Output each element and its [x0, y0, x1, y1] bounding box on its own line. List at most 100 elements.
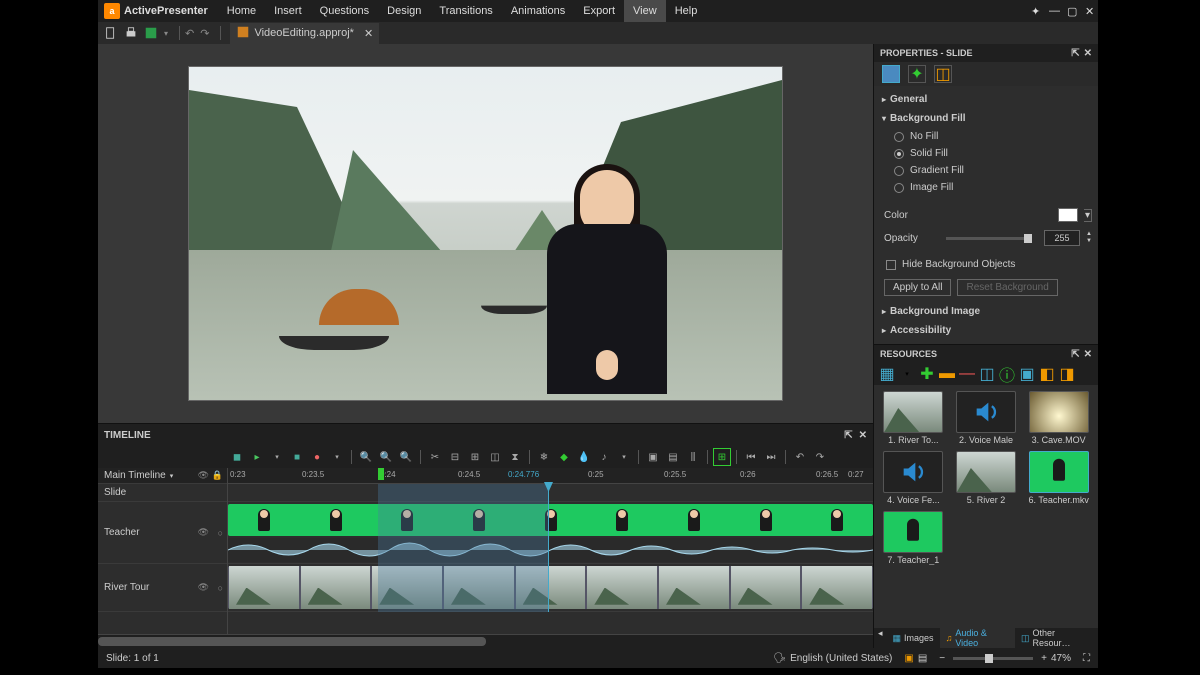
timeline-ruler[interactable]: 0:23 0:23.5 0:24 0:24.5 0:24.776 0:25 0:… [228, 468, 873, 484]
maximize-button[interactable]: ▢ [1062, 5, 1080, 18]
tl-next-icon[interactable]: ⏭ [762, 448, 780, 466]
tl-audio-dd[interactable]: ▾ [615, 448, 633, 466]
reset-bg-button[interactable]: Reset Background [957, 279, 1057, 296]
tl-split-icon[interactable]: ✂ [426, 448, 444, 466]
redo-icon[interactable]: ↷ [200, 27, 209, 40]
apply-to-all-button[interactable]: Apply to All [884, 279, 951, 296]
radio-no-fill[interactable]: No Fill [880, 128, 1092, 145]
tl-zoomfit-icon[interactable]: 🔍 [397, 448, 415, 466]
res-tab-other[interactable]: ◫Other Resour… [1015, 628, 1098, 648]
res-info-icon[interactable]: ⓘ [1000, 367, 1014, 381]
tl-track-slide-label[interactable]: Slide [98, 484, 227, 502]
prop-tab-size[interactable]: ✦ [908, 65, 926, 83]
prop-tab-slide[interactable] [882, 65, 900, 83]
save-icon[interactable] [144, 26, 158, 40]
tl-join-icon[interactable]: ⊟ [446, 448, 464, 466]
properties-pin-icon[interactable]: ⇱ [1071, 48, 1079, 59]
resource-item[interactable]: 5. River 2 [953, 451, 1020, 505]
tl-blur-icon[interactable]: 💧 [575, 448, 593, 466]
tl-record-icon[interactable]: ◼ [228, 448, 246, 466]
res-add-icon[interactable]: ✚ [920, 367, 934, 381]
resource-item[interactable]: 3. Cave.MOV [1025, 391, 1092, 445]
res-tab-audio-video[interactable]: ♫Audio & Video [940, 628, 1015, 648]
resource-item[interactable]: 7. Teacher_1 [880, 511, 947, 565]
visibility-icon[interactable]: 👁 [198, 582, 209, 593]
zoom-slider[interactable] [953, 657, 1033, 660]
timeline-pin-icon[interactable]: ⇱ [844, 430, 852, 441]
clip-teacher-audio[interactable] [228, 538, 873, 562]
track-river[interactable] [228, 564, 873, 612]
res-tab-images[interactable]: ▦Images [887, 628, 940, 648]
opacity-value[interactable]: 255 [1044, 230, 1080, 246]
prop-tab-media[interactable]: ◫ [934, 65, 952, 83]
res-prev-icon[interactable]: ◧ [1040, 367, 1054, 381]
tl-pip-icon[interactable]: ▣ [644, 448, 662, 466]
status-language[interactable]: 🗣 English (United States) [773, 653, 892, 664]
view-mode-1-icon[interactable]: ▣ [904, 653, 913, 664]
res-export-icon[interactable]: ◫ [980, 367, 994, 381]
tl-freeze-icon[interactable]: ❄ [535, 448, 553, 466]
tl-greenscreen-icon[interactable]: ◆ [555, 448, 573, 466]
accordion-accessibility[interactable]: ▸Accessibility [880, 321, 1092, 340]
checkbox-hide-bg[interactable]: Hide Background Objects [880, 256, 1092, 273]
zoom-fit-icon[interactable]: ⛶ [1083, 653, 1090, 664]
radio-gradient-fill[interactable]: Gradient Fill [880, 162, 1092, 179]
tl-prev-icon[interactable]: ⏮ [742, 448, 760, 466]
res-folder-icon[interactable]: ▬ [940, 367, 954, 381]
resource-item[interactable]: 2. Voice Male [953, 391, 1020, 445]
properties-close-icon[interactable]: ✕ [1084, 48, 1092, 59]
res-tabs-left-icon[interactable]: ◂ [874, 628, 887, 648]
tl-cc-icon[interactable]: ▤ [664, 448, 682, 466]
res-preview-icon[interactable]: ▣ [1020, 367, 1034, 381]
document-tab[interactable]: VideoEditing.approj* ✕ [230, 23, 379, 44]
clip-teacher-video[interactable] [228, 504, 873, 536]
tl-zoomin-icon[interactable]: 🔍 [357, 448, 375, 466]
undo-icon[interactable]: ↶ [185, 27, 194, 40]
tl-zoomout-icon[interactable]: 🔍 [377, 448, 395, 466]
res-remove-icon[interactable]: — [960, 367, 974, 381]
visibility-icon[interactable]: 👁 [198, 527, 209, 538]
radio-image-fill[interactable]: Image Fill [880, 179, 1092, 196]
res-next-icon[interactable]: ◨ [1060, 367, 1074, 381]
lock-icon[interactable]: ○ [218, 583, 223, 593]
timeline-scrollbar[interactable] [98, 634, 873, 648]
tl-stop-icon[interactable]: ■ [288, 448, 306, 466]
tl-track-teacher-label[interactable]: Teacher 👁 ○ [98, 502, 227, 564]
menu-questions[interactable]: Questions [311, 0, 379, 22]
tl-wave-icon[interactable]: ⫼ [684, 448, 702, 466]
menu-home[interactable]: Home [218, 0, 265, 22]
save-dropdown-icon[interactable]: ▾ [164, 29, 168, 38]
track-teacher[interactable] [228, 502, 873, 564]
menu-design[interactable]: Design [378, 0, 430, 22]
accordion-bgimage[interactable]: ▸Background Image [880, 302, 1092, 321]
print-icon[interactable] [124, 26, 138, 40]
menu-export[interactable]: Export [574, 0, 624, 22]
tl-crop-icon[interactable]: ◫ [486, 448, 504, 466]
playhead[interactable] [548, 484, 549, 612]
tl-main-label[interactable]: Main Timeline ▾ 👁 🔒 [98, 468, 227, 484]
lock-icon[interactable]: ○ [218, 528, 223, 538]
minimize-button[interactable]: — [1044, 5, 1062, 17]
tl-speed-icon[interactable]: ⧗ [506, 448, 524, 466]
zoom-out-button[interactable]: − [939, 653, 945, 664]
resource-item[interactable]: 1. River To... [880, 391, 947, 445]
tl-play-icon[interactable]: ▸ [248, 448, 266, 466]
accordion-bgfill[interactable]: ▾Background Fill [880, 109, 1092, 128]
resources-pin-icon[interactable]: ⇱ [1071, 349, 1079, 360]
res-view-icon[interactable]: ▦ [880, 367, 894, 381]
notify-icon[interactable]: ✦ [1026, 5, 1044, 18]
opacity-down[interactable]: ▼ [1086, 238, 1092, 245]
opacity-slider[interactable] [946, 237, 1032, 240]
tl-redo2-icon[interactable]: ↷ [811, 448, 829, 466]
resources-close-icon[interactable]: ✕ [1084, 349, 1092, 360]
menu-view[interactable]: View [624, 0, 666, 22]
menu-transitions[interactable]: Transitions [430, 0, 501, 22]
tl-play-dd[interactable]: ▾ [268, 448, 286, 466]
color-swatch[interactable] [1058, 208, 1078, 222]
tl-insert-time-icon[interactable]: ⊞ [466, 448, 484, 466]
resource-item[interactable]: 4. Voice Fe... [880, 451, 947, 505]
loop-start-marker[interactable] [378, 468, 384, 480]
tl-undo2-icon[interactable]: ↶ [791, 448, 809, 466]
tl-audio-icon[interactable]: ♪ [595, 448, 613, 466]
resource-item[interactable]: 6. Teacher.mkv [1025, 451, 1092, 505]
